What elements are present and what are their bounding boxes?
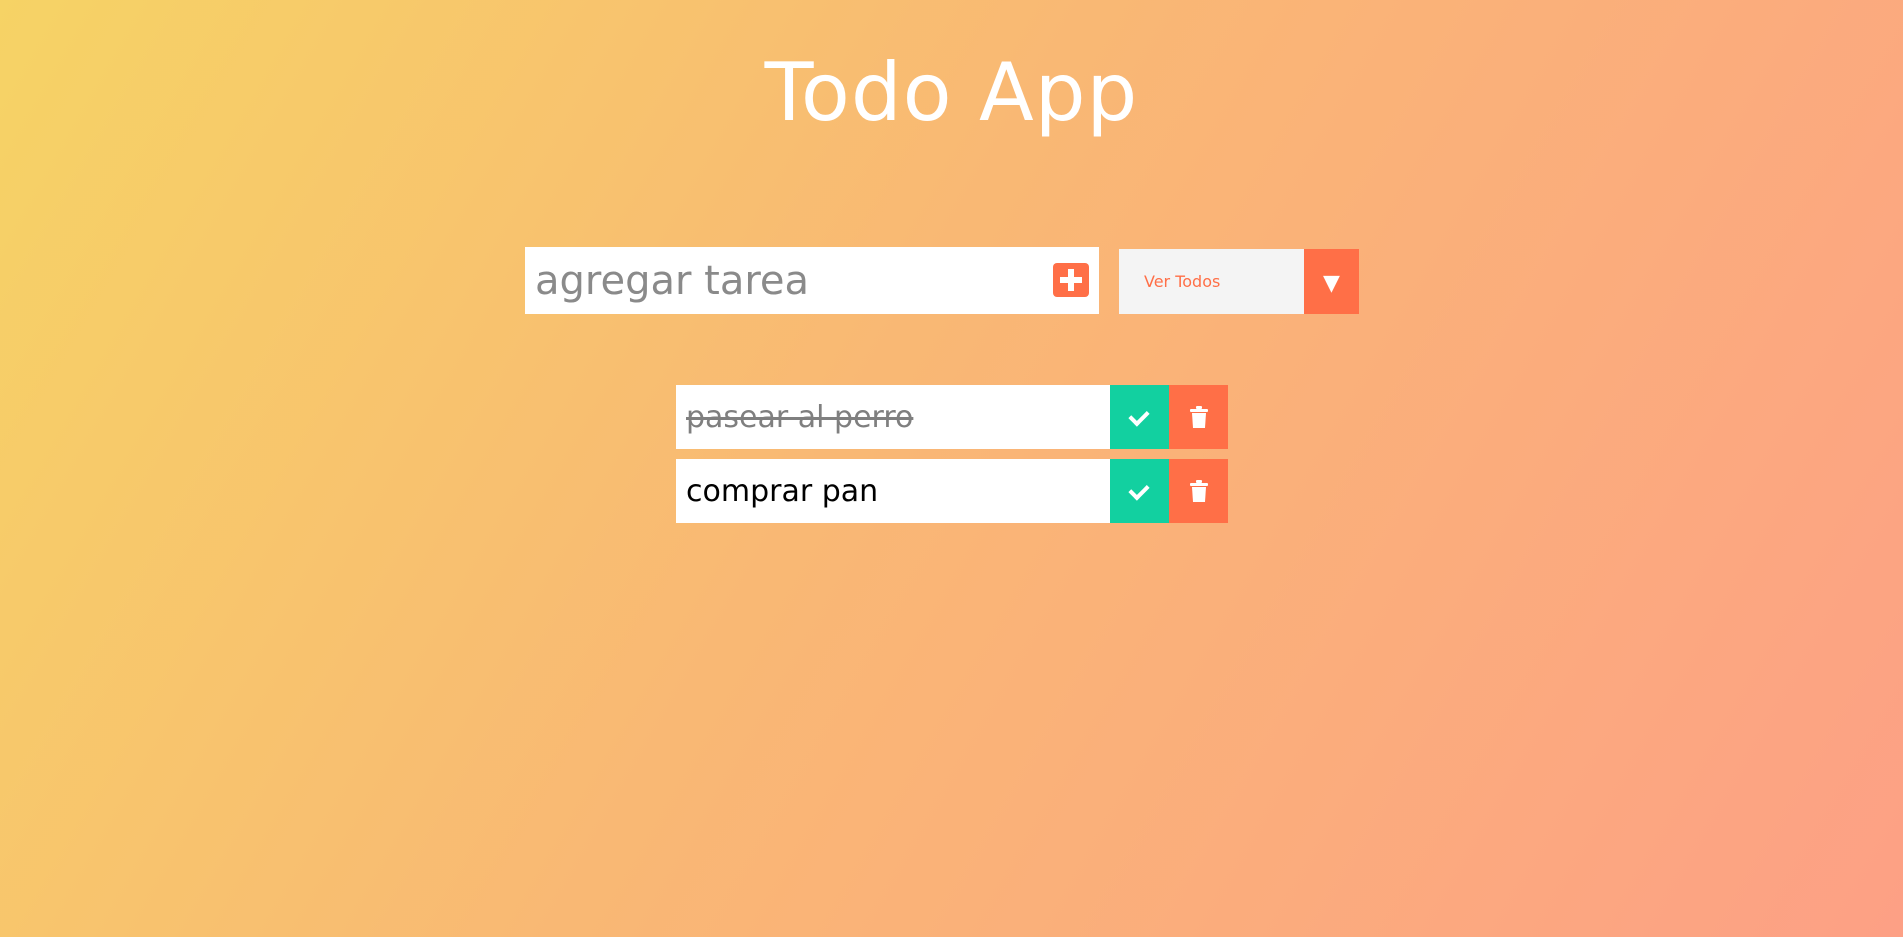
todo-item: comprar pan (676, 459, 1228, 523)
app-title: Todo App (764, 46, 1139, 139)
delete-button[interactable] (1169, 459, 1228, 523)
trash-icon (1190, 406, 1208, 428)
add-task-form (525, 247, 1099, 314)
todo-text: pasear al perro (686, 400, 914, 435)
delete-button[interactable] (1169, 385, 1228, 449)
complete-button[interactable] (1110, 459, 1169, 523)
check-icon (1128, 479, 1150, 501)
todo-list: pasear al perro comprar pan (676, 385, 1228, 533)
add-task-button[interactable] (1053, 263, 1089, 297)
trash-icon (1190, 480, 1208, 502)
complete-button[interactable] (1110, 385, 1169, 449)
filter-selected-value: Ver Todos (1144, 272, 1221, 291)
check-icon (1128, 405, 1150, 427)
plus-icon (1053, 263, 1089, 297)
todo-item: pasear al perro (676, 385, 1228, 449)
add-task-input[interactable] (525, 247, 1045, 314)
todo-text: comprar pan (686, 474, 879, 509)
dropdown-arrow-icon[interactable]: ▼ (1304, 249, 1359, 314)
filter-select[interactable]: Ver Todos ▼ (1119, 249, 1359, 314)
